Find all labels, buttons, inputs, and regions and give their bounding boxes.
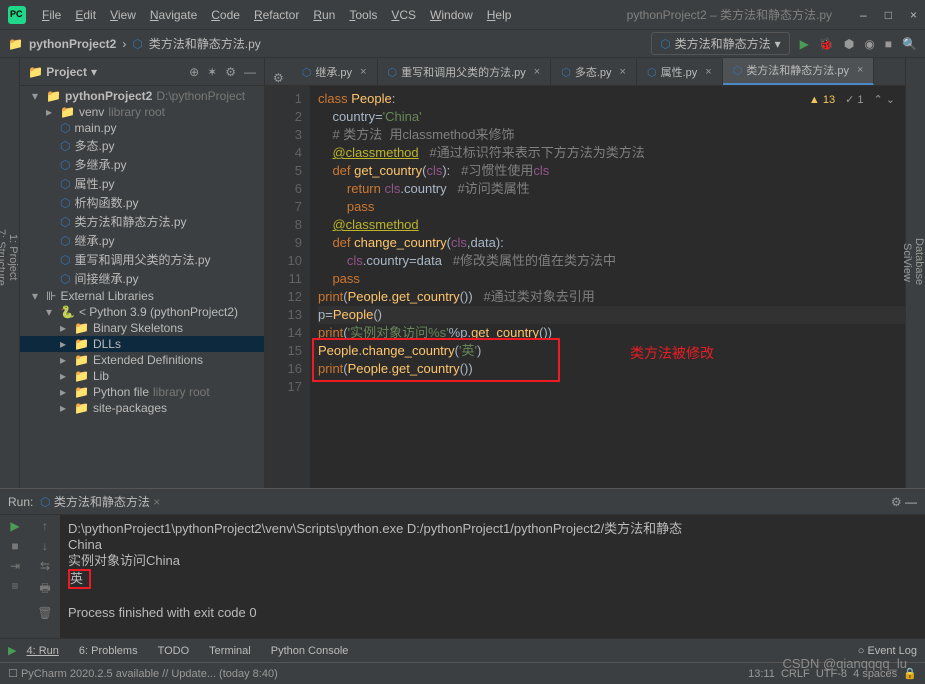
code-content[interactable]: ▲ 13 ✓ 1 ⌃ ⌄ class People: country='Chin…	[310, 86, 905, 488]
editor-tabs: ⚙ ⬡继承.py×⬡重写和调用父类的方法.py×⬡多态.py×⬡属性.py×⬡类…	[265, 58, 905, 86]
gutter[interactable]: 1234567891011121314151617	[265, 86, 310, 488]
menu-navigate[interactable]: Navigate	[144, 4, 203, 26]
editor-tab[interactable]: ⬡重写和调用父类的方法.py×	[378, 59, 552, 85]
run-tab[interactable]: 类方法和静态方法	[54, 493, 150, 510]
run-panel: Run: ⬡ 类方法和静态方法 × ⚙ — ▶ ■ ⇥ ≡ ↑ ↓ ⇆ 🖶 🗑 …	[0, 488, 925, 638]
annotation-text: 类方法被修改	[630, 344, 714, 362]
editor: ⚙ ⬡继承.py×⬡重写和调用父类的方法.py×⬡多态.py×⬡属性.py×⬡类…	[265, 58, 905, 488]
tree-item[interactable]: ▾📁 pythonProject2 D:\pythonProject	[20, 88, 264, 104]
breadcrumb[interactable]: 📁pythonProject2 › ⬡类方法和静态方法.py	[8, 35, 261, 52]
delete-button[interactable]: 🗑	[37, 606, 52, 620]
menu-view[interactable]: View	[104, 4, 142, 26]
editor-tab[interactable]: ⬡继承.py×	[292, 59, 378, 85]
coverage-button[interactable]: ⬢	[844, 37, 854, 51]
run-toolbar-left: ▶ ■ ⇥ ≡	[0, 515, 30, 638]
run-hide-icon[interactable]: —	[905, 495, 917, 509]
menu-refactor[interactable]: Refactor	[248, 4, 305, 26]
run-settings-icon[interactable]: ⚙	[891, 495, 902, 509]
bottom-tab[interactable]: 6: Problems	[69, 645, 148, 657]
tree-item[interactable]: ⬡ 析构函数.py	[20, 193, 264, 212]
exit-button[interactable]: ⇥	[10, 559, 20, 573]
breadcrumb-project[interactable]: pythonProject2	[29, 37, 116, 51]
tree-item[interactable]: ⬡ 属性.py	[20, 174, 264, 193]
run-label: Run:	[8, 495, 33, 509]
tab-gear-icon[interactable]: ⚙	[265, 71, 292, 85]
search-button[interactable]: 🔍	[902, 37, 917, 51]
pycharm-logo-icon	[8, 6, 26, 24]
run-config-selector[interactable]: ⬡类方法和静态方法▾	[651, 32, 790, 55]
menu-tools[interactable]: Tools	[343, 4, 383, 26]
run-button[interactable]: ▶	[800, 37, 809, 51]
event-log[interactable]: ○ Event Log	[858, 645, 917, 657]
menu-bar: FileEditViewNavigateCodeRefactorRunTools…	[36, 4, 517, 26]
tree-item[interactable]: ▸📁 Extended Definitions	[20, 352, 264, 368]
menu-help[interactable]: Help	[481, 4, 518, 26]
project-panel-title: Project	[46, 65, 87, 79]
menu-vcs[interactable]: VCS	[385, 4, 422, 26]
run-toolbar-right: ↑ ↓ ⇆ 🖶 🗑	[30, 515, 60, 638]
tree-item[interactable]: ▾🐍 < Python 3.9 (pythonProject2)	[20, 304, 264, 320]
status-icon[interactable]: ☐	[8, 667, 18, 680]
tree-item[interactable]: ⬡ 继承.py	[20, 231, 264, 250]
tree-item[interactable]: ⬡ 类方法和静态方法.py	[20, 212, 264, 231]
menu-run[interactable]: Run	[307, 4, 341, 26]
bottom-tab[interactable]: Python Console	[261, 645, 359, 657]
editor-tab[interactable]: ⬡多态.py×	[551, 59, 637, 85]
profile-button[interactable]: ◉	[864, 37, 874, 51]
window-title: pythonProject2 – 类方法和静态方法.py	[627, 6, 832, 23]
bottom-tab[interactable]: Terminal	[199, 645, 261, 657]
tree-item[interactable]: ▾⊪ External Libraries	[20, 288, 264, 304]
editor-inspections[interactable]: ▲ 13 ✓ 1 ⌃ ⌄	[809, 91, 895, 109]
rerun-button[interactable]: ▶	[10, 519, 19, 533]
editor-tab[interactable]: ⬡类方法和静态方法.py×	[723, 58, 875, 85]
menu-code[interactable]: Code	[205, 4, 246, 26]
title-bar: FileEditViewNavigateCodeRefactorRunTools…	[0, 0, 925, 30]
editor-tab[interactable]: ⬡属性.py×	[637, 59, 723, 85]
bottom-tab[interactable]: TODO	[148, 645, 200, 657]
menu-edit[interactable]: Edit	[69, 4, 102, 26]
hide-icon[interactable]: —	[244, 65, 256, 79]
project-panel: 📁 Project▾ ⊕ ✶ ⚙ — ▾📁 pythonProject2 D:\…	[20, 58, 265, 488]
tree-item[interactable]: ▸📁 DLLs	[20, 336, 264, 352]
tree-item[interactable]: ⬡ main.py	[20, 120, 264, 136]
menu-window[interactable]: Window	[424, 4, 479, 26]
minimize-button[interactable]: –	[860, 8, 867, 22]
watermark: CSDN @qianqqqq_lu	[783, 656, 908, 671]
pin-button[interactable]: ≡	[11, 579, 18, 593]
status-message: PyCharm 2020.2.5 available // Update... …	[21, 668, 278, 680]
menu-file[interactable]: File	[36, 4, 67, 26]
wrap-button[interactable]: ⇆	[40, 559, 50, 573]
down-button[interactable]: ↓	[42, 539, 48, 553]
tree-item[interactable]: ⬡ 间接继承.py	[20, 269, 264, 288]
stop-button[interactable]: ■	[885, 37, 892, 51]
up-button[interactable]: ↑	[42, 519, 48, 533]
print-button[interactable]: 🖶	[39, 579, 50, 600]
tree-item[interactable]: ⬡ 重写和调用父类的方法.py	[20, 250, 264, 269]
settings-icon[interactable]: ⚙	[225, 65, 236, 79]
tree-item[interactable]: ▸📁 Lib	[20, 368, 264, 384]
close-button[interactable]: ×	[910, 8, 917, 22]
tree-item[interactable]: ⬡ 多继承.py	[20, 155, 264, 174]
bottom-tab[interactable]: 4: Run	[16, 645, 68, 657]
tree-item[interactable]: ▸📁 Binary Skeletons	[20, 320, 264, 336]
tree-item[interactable]: ▸📁 Python file library root	[20, 384, 264, 400]
right-toolbar[interactable]: DatabaseSciView	[905, 58, 925, 488]
maximize-button[interactable]: □	[885, 8, 892, 22]
debug-button[interactable]: 🐞	[819, 37, 834, 51]
left-toolbar[interactable]: 1: Project7: Structure2: Favorites	[0, 58, 20, 488]
select-opened-icon[interactable]: ⊕	[189, 65, 199, 79]
expand-icon[interactable]: ✶	[207, 65, 217, 79]
console-output[interactable]: D:\pythonProject1\pythonProject2\venv\Sc…	[60, 515, 925, 638]
caret-position[interactable]: 13:11	[748, 668, 775, 680]
breadcrumb-file[interactable]: 类方法和静态方法.py	[149, 35, 261, 52]
stop-run-button[interactable]: ■	[11, 539, 18, 553]
tree-item[interactable]: ▸📁 site-packages	[20, 400, 264, 416]
nav-bar: 📁pythonProject2 › ⬡类方法和静态方法.py ⬡类方法和静态方法…	[0, 30, 925, 58]
tree-item[interactable]: ⬡ 多态.py	[20, 136, 264, 155]
project-tree[interactable]: ▾📁 pythonProject2 D:\pythonProject▸📁 ven…	[20, 86, 264, 488]
tree-item[interactable]: ▸📁 venv library root	[20, 104, 264, 120]
